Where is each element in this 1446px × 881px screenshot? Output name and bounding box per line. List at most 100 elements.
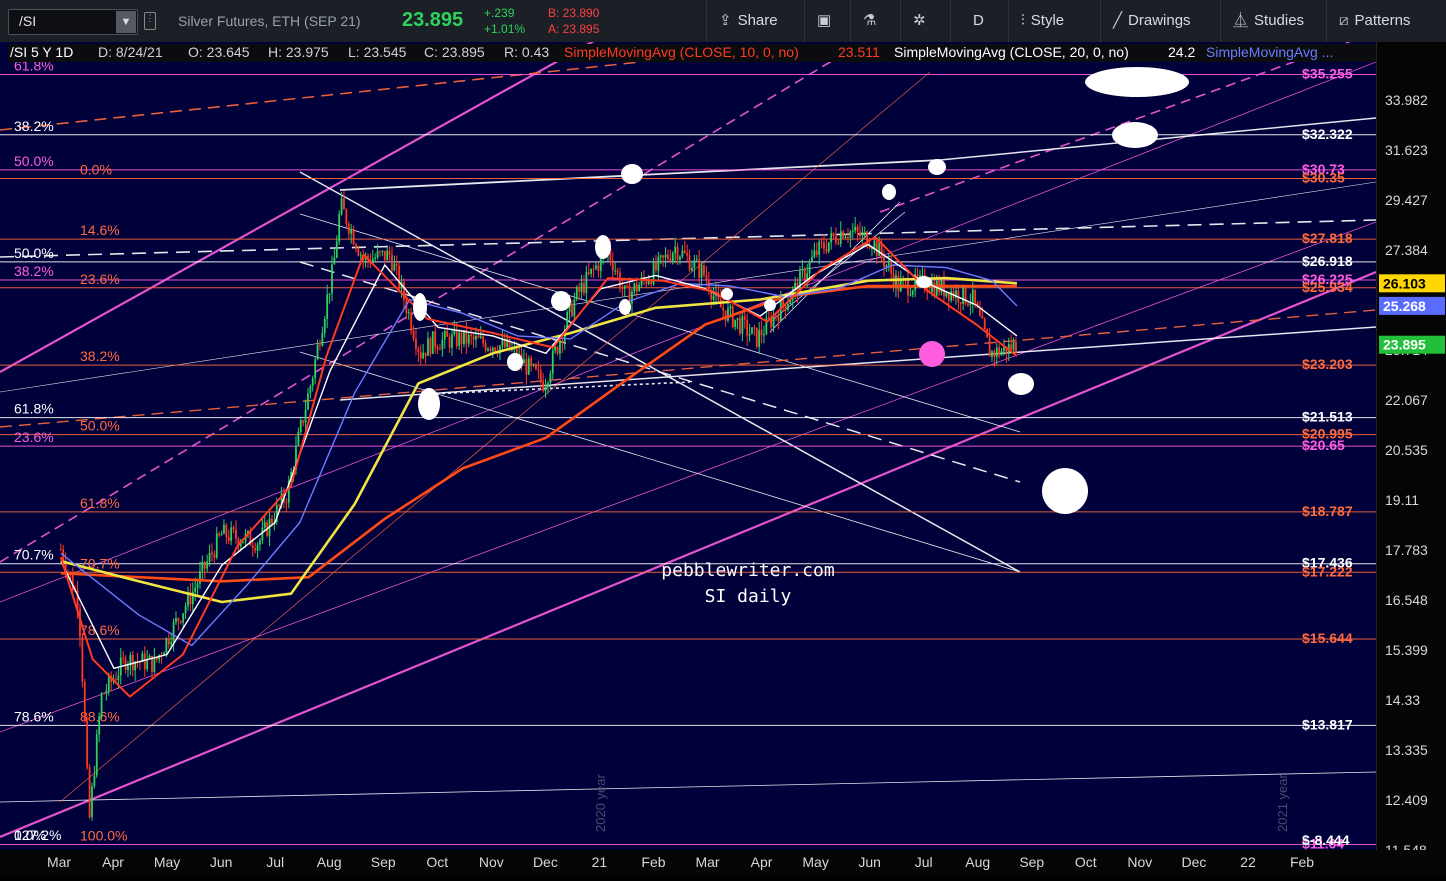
candle-body (741, 316, 744, 334)
candle-body (458, 332, 461, 346)
candle-body (407, 312, 410, 314)
price-tick-label: 15.399 (1385, 642, 1428, 658)
candle-body (551, 350, 554, 374)
candle-body (182, 613, 185, 623)
price-chart[interactable]: $35.25561.8%$32.32238.2%$30.7350.0%$30.3… (0, 42, 1376, 850)
candle-body (194, 587, 197, 592)
candle-body (467, 334, 470, 344)
style-button[interactable]: ⫶ Style (1008, 0, 1100, 42)
candle-body (729, 306, 732, 309)
candle-body (633, 283, 636, 292)
time-tick-label: Aug (965, 854, 990, 870)
candle-body (127, 665, 129, 671)
legend-sma10: SimpleMovingAvg (CLOSE, 10, 0, no) (564, 44, 799, 60)
patterns-icon: ⧄ (1339, 12, 1349, 29)
candle-body (554, 346, 557, 351)
candle-body (347, 224, 350, 234)
candle-body (383, 250, 386, 261)
candle-body (297, 431, 300, 446)
candle-body (165, 638, 168, 653)
candle-body (933, 282, 936, 296)
share-button[interactable]: ⇪ Share (706, 0, 804, 42)
candle-body (657, 256, 660, 271)
candle-body (211, 552, 213, 555)
candle-body (59, 549, 62, 551)
candle-body (523, 359, 525, 364)
period-button[interactable]: D (950, 0, 1008, 42)
candle-body (897, 275, 900, 292)
level-percent-label: 78.6% (14, 708, 54, 724)
candle-body (172, 622, 175, 642)
level-percent-label: 100.0% (80, 827, 127, 843)
candle-body (398, 265, 401, 289)
level-price-label: $30.35 (1302, 170, 1345, 186)
candle-body (801, 269, 804, 271)
candle-body (616, 270, 619, 273)
flask-button[interactable]: ⚗ (850, 0, 900, 42)
candle-body (223, 524, 225, 534)
price-marker-label: 26.103 (1383, 275, 1426, 291)
candle-body (403, 282, 405, 301)
legend-sma10-value: 23.511 (838, 44, 880, 60)
candle-body (962, 286, 965, 304)
candle-body (811, 256, 813, 262)
level-percent-label: 50.0% (14, 245, 54, 261)
time-tick-label: Sep (1019, 854, 1044, 870)
candle-body (319, 344, 321, 346)
candle-body (724, 310, 727, 321)
symbol-selector[interactable]: /SI ▼ (8, 9, 138, 35)
candle-body (664, 254, 667, 258)
candle-body (815, 250, 818, 255)
level-percent-label: 70.7% (14, 547, 54, 563)
patterns-label: Patterns (1354, 12, 1411, 29)
candle-body (316, 344, 319, 360)
candle-body (647, 281, 650, 284)
candle-body (832, 233, 835, 237)
candle-body (542, 380, 545, 391)
chevron-down-icon[interactable]: ▼ (116, 11, 136, 33)
candle-body (393, 263, 396, 271)
snapshot-button[interactable]: ▣ (804, 0, 850, 42)
annotation-marker (882, 184, 896, 200)
candle-body (659, 255, 662, 257)
candle-body (206, 561, 209, 569)
patterns-button[interactable]: ⧄ Patterns (1326, 0, 1446, 42)
candle-body (271, 518, 273, 524)
price-axis[interactable]: 33.98231.62329.42727.38423.71422.06720.5… (1376, 42, 1446, 858)
price-axis-labels: 33.98231.62329.42727.38423.71422.06720.5… (1379, 92, 1445, 858)
studies-button[interactable]: ⏅ Studies (1220, 0, 1326, 42)
candle-body (479, 336, 482, 338)
time-tick-label: Apr (751, 854, 773, 870)
level-price-label: $18.787 (1302, 503, 1353, 519)
candle-body (328, 293, 331, 295)
candle-body (340, 198, 343, 215)
drawings-label: Drawings (1128, 12, 1191, 29)
candle-body (667, 254, 669, 259)
annotation-marker (551, 291, 571, 311)
legend-close: C: 23.895 (424, 44, 485, 60)
candle-body (777, 316, 780, 321)
time-tick-label: Mar (695, 854, 719, 870)
candle-body (803, 269, 806, 280)
candle-body (374, 257, 377, 259)
candle-body (431, 331, 434, 354)
time-axis[interactable]: Mar Apr May Jun Jul Aug Sep Oct Nov Dec 21 Feb Mar Ap… (0, 850, 1446, 876)
candle-body (611, 260, 614, 271)
level-price-label: $21.513 (1302, 409, 1353, 425)
candle-body (98, 716, 101, 735)
price-tick-label: 31.623 (1385, 142, 1428, 158)
candle-body (623, 285, 626, 289)
candle-body (460, 332, 463, 345)
lock-icon[interactable]: ⋮ (144, 12, 156, 30)
level-percent-label: 23.6% (14, 429, 54, 445)
price-marker-label: 23.895 (1383, 337, 1426, 353)
candle-body (386, 250, 389, 261)
candle-body (559, 341, 561, 354)
candle-body (307, 393, 309, 410)
drawings-button[interactable]: ╱ Drawings (1100, 0, 1220, 42)
settings-button[interactable]: ✲ (900, 0, 950, 42)
candle-body (698, 259, 701, 278)
share-icon: ⇪ (719, 12, 732, 29)
annotation-marker-pink (919, 341, 945, 367)
candle-body (1010, 344, 1013, 350)
